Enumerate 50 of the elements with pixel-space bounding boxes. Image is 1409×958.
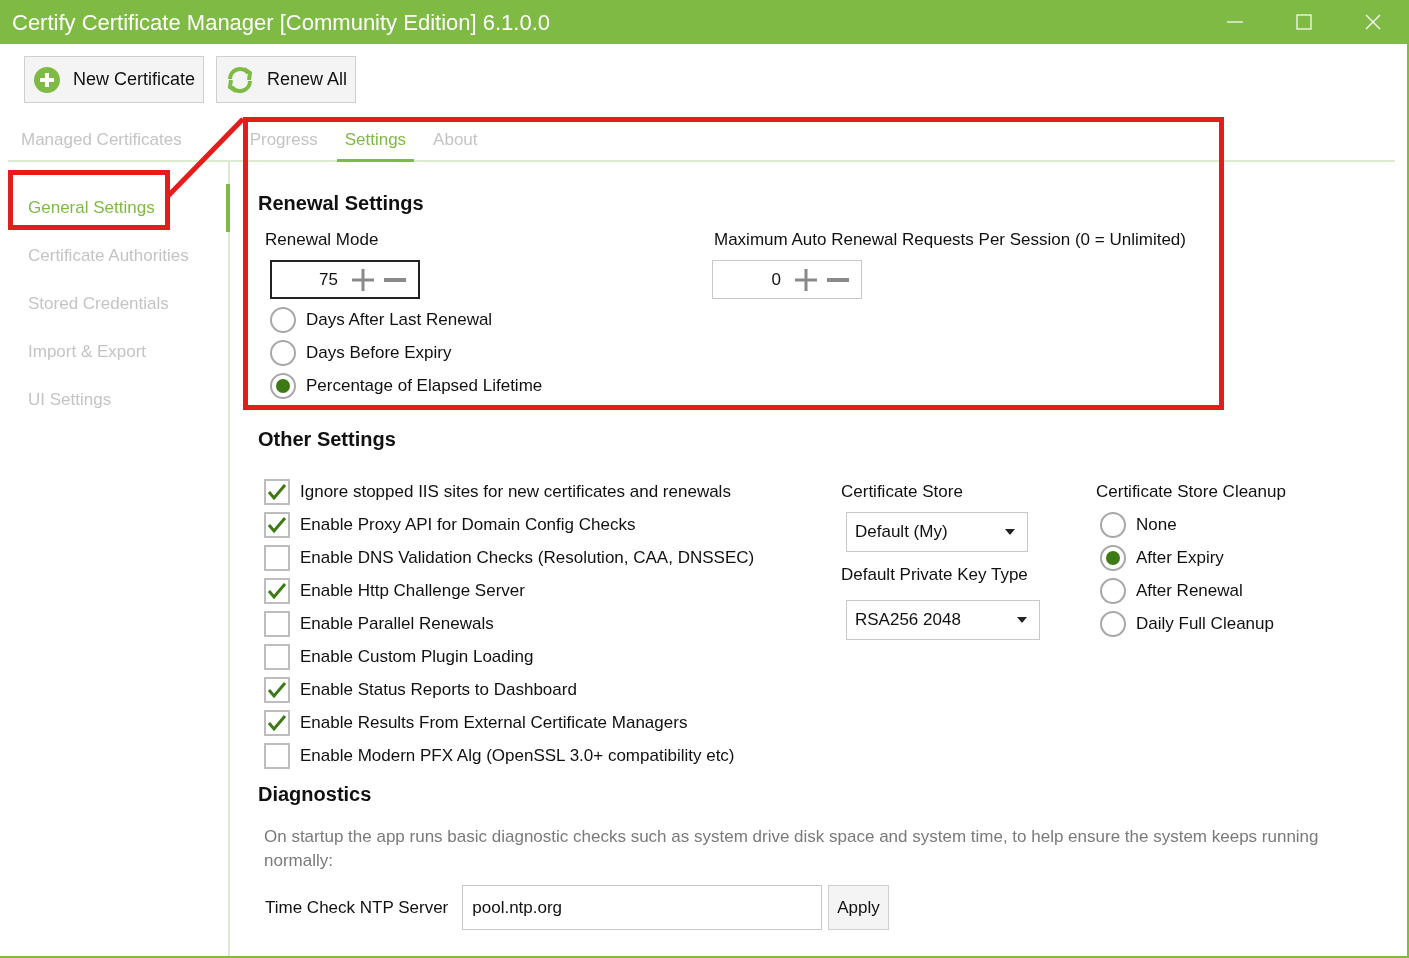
checkbox-option[interactable]: Ignore stopped IIS sites for new certificates and renewals (264, 475, 841, 508)
number-spinner[interactable]: 75 (270, 260, 420, 299)
field-label: Default Private Key Type (841, 564, 1029, 586)
checkbox-option[interactable]: Enable Http Challenge Server (264, 574, 841, 607)
new-certificate-button[interactable]: New Certificate (24, 56, 205, 103)
window-title: Certify Certificate Manager [Community Edition] 6.1.0.0 (11, 8, 551, 37)
radio-option[interactable]: Days After Last Renewal (270, 303, 714, 336)
checkbox-option[interactable]: Enable Results From External Certificate Managers (264, 706, 841, 739)
check-icon (267, 712, 287, 733)
renew-all-button[interactable]: Renew All (216, 56, 357, 103)
radio-option[interactable]: Days Before Expiry (270, 336, 714, 369)
close-icon (1364, 14, 1381, 30)
section-heading: Diagnostics (258, 782, 373, 807)
section-heading: Renewal Settings (258, 190, 425, 216)
section-heading: Other Settings (258, 427, 397, 452)
check-icon (267, 580, 287, 601)
check-icon (267, 679, 287, 700)
description-text: On startup the app runs basic diagnostic checks such as system drive disk space and system time, to help ensure the system keeps running normally: (263, 826, 1320, 872)
maximize-icon (1295, 14, 1312, 30)
checkbox-option[interactable]: Enable Proxy API for Domain Config Checks (264, 508, 841, 541)
dropdown[interactable]: Default (My) (846, 512, 1028, 552)
field-label: Certificate Store (841, 480, 964, 503)
radio-option[interactable]: None (1100, 508, 1286, 541)
checkbox-option[interactable]: Enable Custom Plugin Loading (264, 640, 841, 673)
field-label: Renewal Mode (265, 228, 380, 251)
minimize-icon (1226, 21, 1243, 23)
caret-icon (1017, 616, 1027, 623)
checkbox-option[interactable]: Enable Status Reports to Dashboard (264, 673, 841, 706)
radio-option[interactable]: After Expiry (1100, 541, 1286, 574)
apply-button[interactable]: Apply (828, 885, 889, 930)
check-icon (267, 481, 287, 502)
radio-option[interactable]: Percentage of Elapsed Lifetime (270, 369, 714, 402)
checkbox-option[interactable]: Enable Modern PFX Alg (OpenSSL 3.0+ compatibility etc) (264, 739, 841, 772)
plus-icon (795, 268, 817, 291)
checkbox-option[interactable]: Enable DNS Validation Checks (Resolution, CAA, DNSSEC) (264, 541, 841, 574)
check-icon (267, 514, 287, 535)
plus-icon (33, 65, 61, 94)
field-label: Maximum Auto Renewal Requests Per Session (0 = Unlimited) (714, 228, 1186, 251)
radio-option[interactable]: After Renewal (1100, 574, 1286, 607)
minus-icon (384, 277, 406, 282)
checkbox-option[interactable]: Enable Parallel Renewals (264, 607, 841, 640)
dropdown[interactable]: RSA256 2048 (846, 599, 1040, 640)
field-label: Time Check NTP Server (265, 896, 449, 919)
minus-icon (827, 277, 849, 282)
plus-icon (352, 268, 374, 291)
input-field[interactable]: pool.ntp.org (462, 885, 823, 930)
number-spinner[interactable]: 0 (712, 260, 862, 299)
radio-option[interactable]: Daily Full Cleanup (1100, 607, 1286, 640)
field-label: Certificate Store Cleanup (1096, 480, 1286, 503)
caret-icon (1005, 529, 1015, 535)
